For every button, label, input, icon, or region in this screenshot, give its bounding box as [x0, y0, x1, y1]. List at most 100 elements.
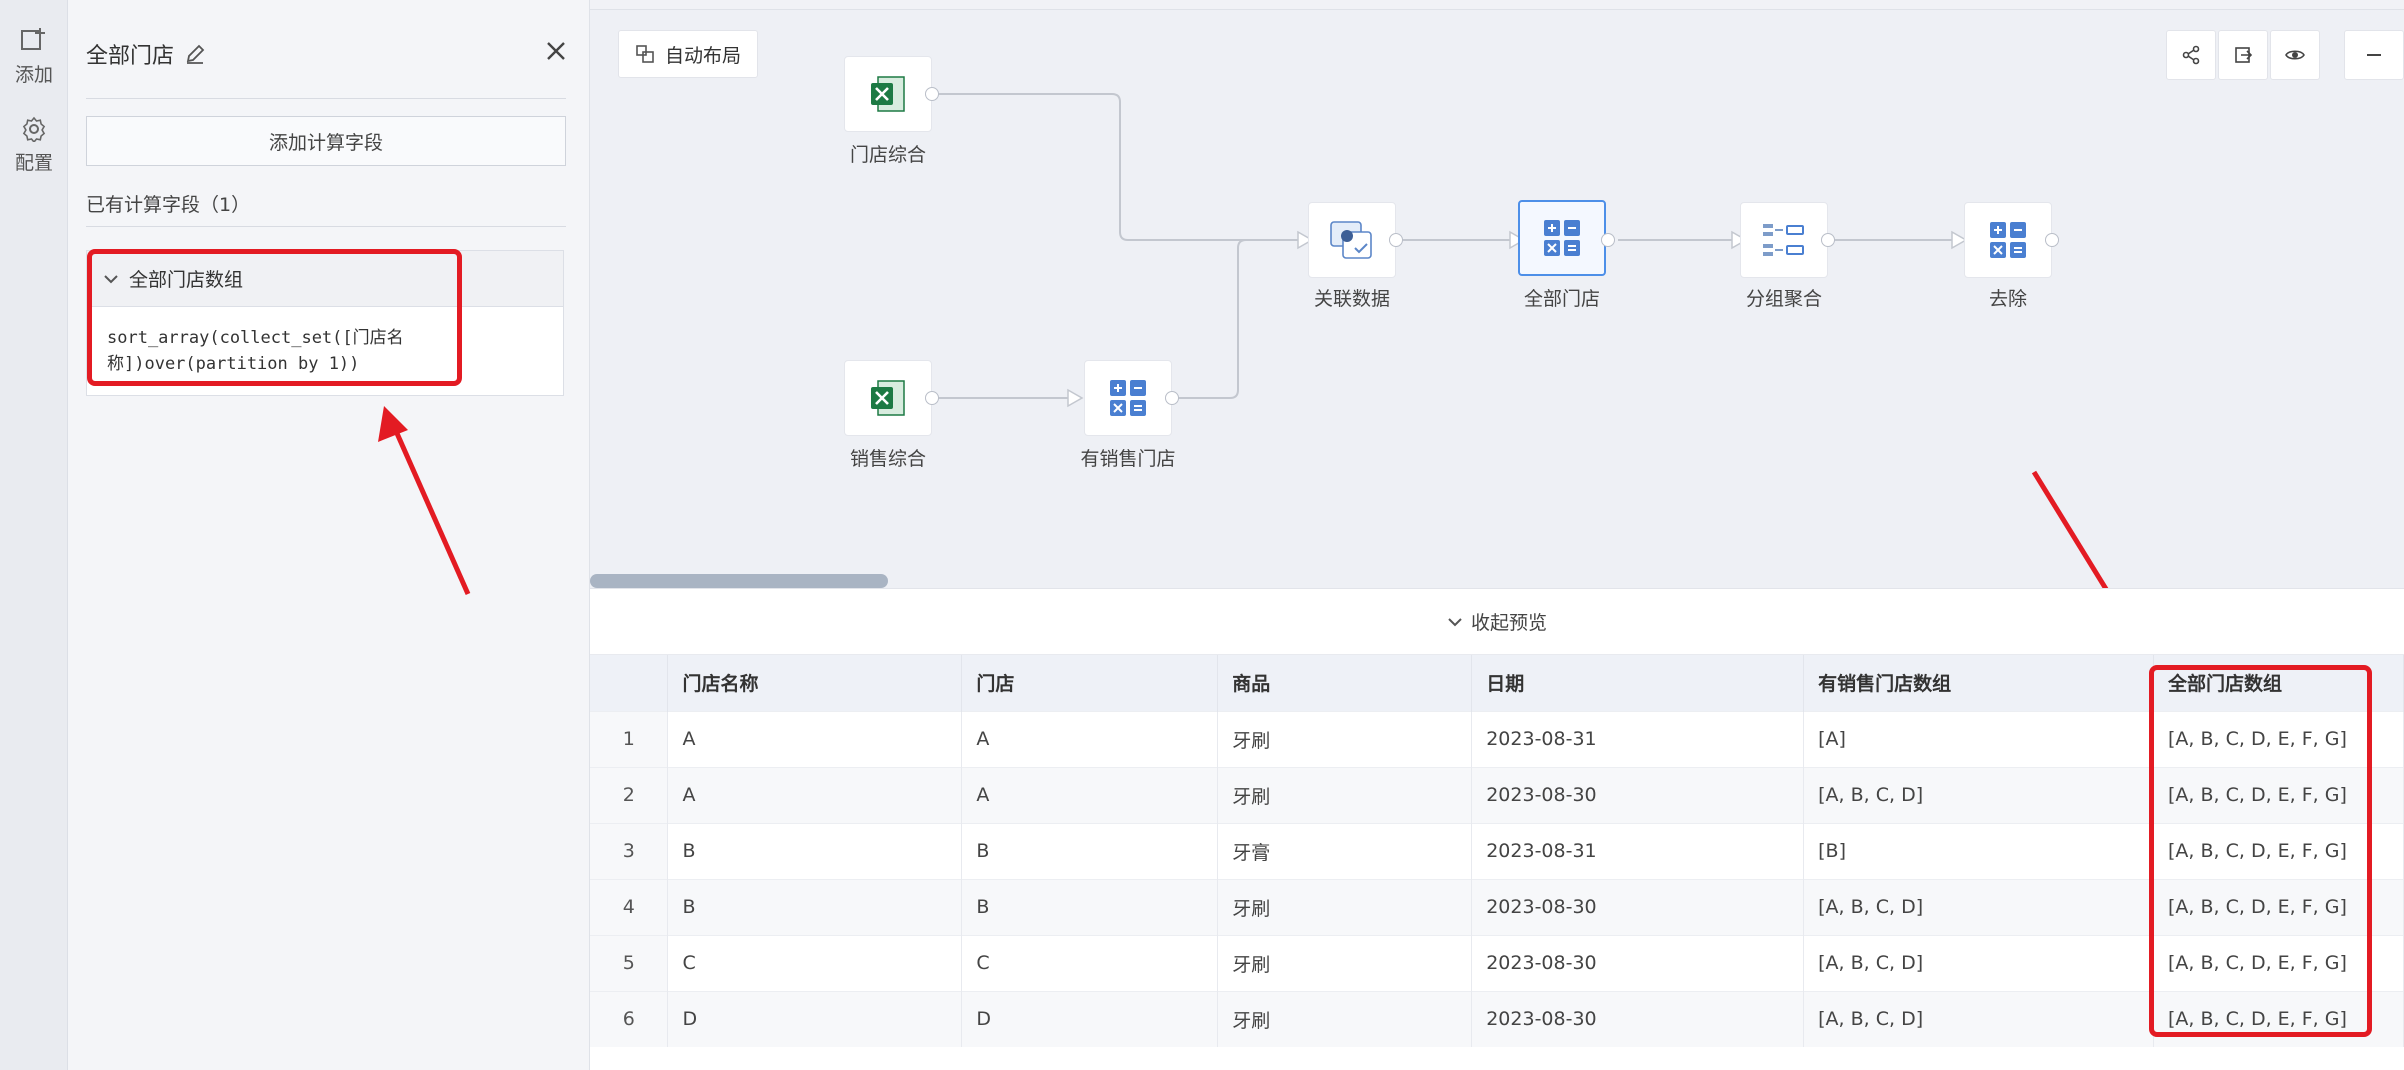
add-calculated-field-button[interactable]: 添加计算字段	[86, 116, 566, 166]
row-index-cell: 1	[590, 710, 669, 767]
table-cell: 牙刷	[1217, 710, 1473, 767]
divider	[86, 226, 566, 227]
rail-add-button[interactable]: 添加	[0, 26, 68, 87]
data-preview-panel: 收起预览 门店名称 门店 商品 日期 有销售门店数组 全部门店数组 1 A A 牙刷 2…	[590, 588, 2404, 1070]
column-header-index	[590, 655, 669, 711]
gear-icon	[22, 116, 46, 142]
chevron-down-icon	[1448, 617, 1462, 626]
table-cell: [A, B, C, D, E, F, G]	[2153, 710, 2404, 767]
column-header-store[interactable]: 门店	[961, 655, 1219, 711]
node-stores-with-sales[interactable]	[1084, 360, 1172, 436]
column-header-product[interactable]: 商品	[1217, 655, 1473, 711]
row-index-cell: 2	[590, 766, 669, 823]
collapse-preview-button[interactable]: 收起预览	[590, 589, 2404, 655]
node-store-summary[interactable]	[844, 56, 932, 132]
table-row[interactable]: 2 A A 牙刷 2023-08-30 [A, B, C, D] [A, B, C, D, …	[590, 766, 2404, 823]
table-cell: B	[961, 878, 1219, 935]
table-cell: [A, B, C, D]	[1803, 990, 2155, 1047]
table-cell: 2023-08-30	[1471, 878, 1805, 935]
table-cell: 2023-08-30	[1471, 990, 1805, 1047]
table-row[interactable]: 6 D D 牙刷 2023-08-30 [A, B, C, D] [A, B, C, D, …	[590, 990, 2404, 1047]
table-cell: 牙刷	[1217, 990, 1473, 1047]
collapse-preview-label: 收起预览	[1470, 612, 1547, 634]
rail-config-button[interactable]: 配置	[0, 116, 68, 175]
close-icon[interactable]	[545, 40, 567, 62]
node-dedupe[interactable]	[1964, 202, 2052, 278]
node-label: 销售综合	[849, 448, 926, 470]
table-cell: [A, B, C, D, E, F, G]	[2153, 990, 2404, 1047]
table-cell: 牙刷	[1217, 934, 1473, 991]
output-port[interactable]	[925, 391, 939, 405]
table-row[interactable]: 4 B B 牙刷 2023-08-30 [A, B, C, D] [A, B, C, D, …	[590, 878, 2404, 935]
canvas-horizontal-scrollbar[interactable]	[590, 574, 888, 588]
node-sales-summary[interactable]	[844, 360, 932, 436]
add-node-icon	[21, 28, 45, 50]
node-label: 去除	[1988, 288, 2027, 310]
column-header-date[interactable]: 日期	[1471, 655, 1805, 711]
config-panel: 全部门店 添加计算字段 已有计算字段（1） 全部门店数组 sort_array(…	[68, 0, 590, 1070]
table-cell: B	[667, 878, 963, 935]
output-port[interactable]	[1601, 233, 1615, 247]
row-index-cell: 5	[590, 934, 669, 991]
table-cell: A	[961, 710, 1219, 767]
calculator-icon	[1110, 380, 1146, 416]
divider	[86, 98, 566, 99]
table-cell: [A, B, C, D, E, F, G]	[2153, 822, 2404, 879]
output-port[interactable]	[1165, 391, 1179, 405]
preview-table: 门店名称 门店 商品 日期 有销售门店数组 全部门店数组 1 A A 牙刷 2023-0…	[590, 655, 2404, 1047]
excel-icon	[871, 76, 905, 112]
table-cell: A	[667, 710, 963, 767]
table-cell: A	[667, 766, 963, 823]
calculated-field-card: 全部门店数组 sort_array(collect_set([门店名 称])ov…	[86, 250, 564, 396]
node-join-data[interactable]	[1308, 202, 1396, 278]
column-header-store-name[interactable]: 门店名称	[667, 655, 963, 711]
table-cell: [A]	[1803, 710, 2155, 767]
table-cell: A	[961, 766, 1219, 823]
table-cell: B	[667, 822, 963, 879]
table-cell: 2023-08-31	[1471, 822, 1805, 879]
node-all-stores[interactable]	[1518, 200, 1606, 276]
output-port[interactable]	[925, 87, 939, 101]
output-port[interactable]	[1389, 233, 1403, 247]
output-port[interactable]	[2045, 233, 2059, 247]
panel-header: 全部门店	[86, 38, 206, 70]
table-row[interactable]: 5 C C 牙刷 2023-08-30 [A, B, C, D] [A, B, C, D, …	[590, 934, 2404, 991]
output-port[interactable]	[1821, 233, 1835, 247]
table-cell: [A, B, C, D, E, F, G]	[2153, 766, 2404, 823]
rail-add-label: 添加	[14, 64, 53, 86]
table-cell: C	[961, 934, 1219, 991]
row-index-cell: 3	[590, 822, 669, 879]
node-group-aggregate[interactable]	[1740, 202, 1828, 278]
panel-title: 全部门店	[86, 44, 175, 69]
table-cell: 2023-08-30	[1471, 934, 1805, 991]
excel-icon	[871, 380, 905, 416]
table-cell: B	[961, 822, 1219, 879]
node-label: 门店综合	[849, 144, 926, 166]
calculator-icon	[1544, 220, 1580, 256]
table-cell: C	[667, 934, 963, 991]
field-card-header[interactable]: 全部门店数组	[87, 251, 563, 307]
table-cell: D	[667, 990, 963, 1047]
table-cell: 牙刷	[1217, 878, 1473, 935]
existing-fields-label: 已有计算字段（1）	[86, 194, 251, 216]
node-label: 关联数据	[1313, 288, 1390, 310]
table-cell: 牙膏	[1217, 822, 1473, 879]
table-row[interactable]: 1 A A 牙刷 2023-08-31 [A] [A, B, C, D, E, F, G]	[590, 710, 2404, 767]
join-data-icon	[1330, 221, 1372, 259]
column-header-stores-with-sales-array[interactable]: 有销售门店数组	[1803, 655, 2155, 711]
node-label: 全部门店	[1523, 288, 1600, 310]
chevron-down-icon	[104, 274, 118, 283]
table-header-row: 门店名称 门店 商品 日期 有销售门店数组 全部门店数组	[590, 655, 2404, 711]
left-rail: 添加 配置	[0, 0, 68, 1070]
row-index-cell: 6	[590, 990, 669, 1047]
field-expression[interactable]: sort_array(collect_set([门店名 称])over(part…	[87, 307, 563, 395]
group-aggregate-icon	[1763, 224, 1804, 256]
table-row[interactable]: 3 B B 牙膏 2023-08-31 [B] [A, B, C, D, E, F, G]	[590, 822, 2404, 879]
rail-config-label: 配置	[14, 152, 53, 174]
table-cell: 牙刷	[1217, 766, 1473, 823]
table-cell: D	[961, 990, 1219, 1047]
edit-pencil-icon[interactable]	[184, 43, 206, 65]
node-label: 分组聚合	[1745, 288, 1822, 310]
column-header-all-stores-array[interactable]: 全部门店数组	[2153, 655, 2404, 711]
table-cell: 2023-08-31	[1471, 710, 1805, 767]
